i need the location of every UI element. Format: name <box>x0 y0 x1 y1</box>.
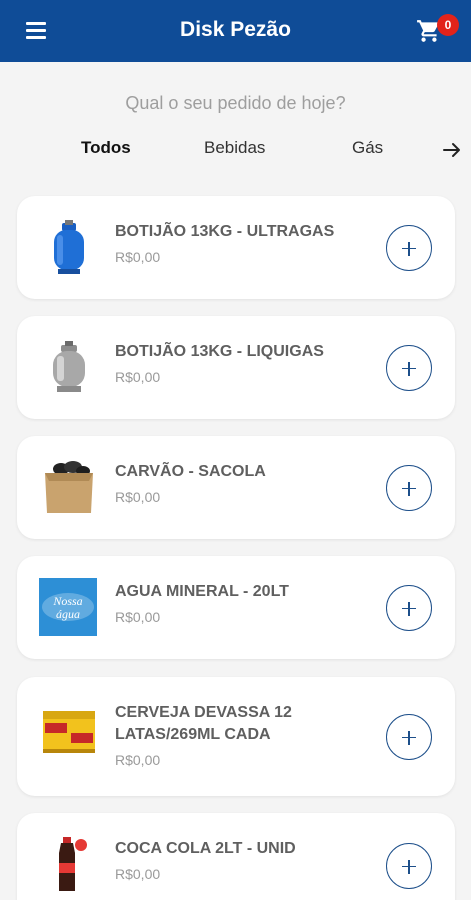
product-price: R$0,00 <box>115 249 161 265</box>
gas-cylinder-blue-icon <box>54 220 84 274</box>
product-name: CERVEJA DEVASSA 12 LATAS/269ML CADA <box>115 704 292 743</box>
product-price: R$0,00 <box>115 752 161 768</box>
product-card[interactable]: CERVEJA DEVASSA 12 LATAS/269ML CADA R$0,… <box>17 677 455 796</box>
add-button[interactable] <box>386 465 432 511</box>
product-name: BOTIJÃO 13KG - ULTRAGAS <box>115 223 335 240</box>
category-tabs: Todos Bebidas Gás <box>0 138 471 164</box>
product-card[interactable]: BOTIJÃO 13KG - ULTRAGAS R$0,00 <box>17 196 455 299</box>
add-button[interactable] <box>386 585 432 631</box>
cart-button[interactable]: 0 <box>416 14 464 50</box>
add-button[interactable] <box>386 345 432 391</box>
arrow-right-icon[interactable] <box>440 138 464 162</box>
beer-pack-icon <box>43 711 95 753</box>
tab-bebidas[interactable]: Bebidas <box>204 138 265 158</box>
product-card[interactable]: BOTIJÃO 13KG - LIQUIGAS R$0,00 <box>17 316 455 419</box>
product-name: BOTIJÃO 13KG - LIQUIGAS <box>115 343 324 360</box>
product-price: R$0,00 <box>115 866 161 882</box>
app-title: Disk Pezão <box>180 18 291 41</box>
app-bar: Disk Pezão 0 <box>0 0 471 62</box>
gas-cylinder-gray-icon <box>53 341 85 392</box>
product-card[interactable]: COCA COLA 2LT - UNID R$0,00 <box>17 813 455 900</box>
svg-text:Nossa: Nossa <box>52 594 82 608</box>
cola-bottle-icon <box>59 837 87 891</box>
add-button[interactable] <box>386 225 432 271</box>
water-brand-logo: Nossa água <box>39 578 97 636</box>
product-card[interactable]: CARVÃO - SACOLA R$0,00 <box>17 436 455 539</box>
tab-todos[interactable]: Todos <box>81 138 131 158</box>
order-prompt: Qual o seu pedido de hoje? <box>125 93 346 113</box>
product-price: R$0,00 <box>115 489 161 505</box>
product-name: CARVÃO - SACOLA <box>115 463 266 480</box>
product-name: COCA COLA 2LT - UNID <box>115 840 296 857</box>
product-card[interactable]: Nossa água AGUA MINERAL - 20LT R$0,00 <box>17 556 455 659</box>
cart-count-badge: 0 <box>437 14 459 36</box>
svg-text:água: água <box>56 607 80 621</box>
add-button[interactable] <box>386 714 432 760</box>
charcoal-bag-icon <box>45 461 93 513</box>
product-price: R$0,00 <box>115 369 161 385</box>
tab-gas[interactable]: Gás <box>352 138 383 158</box>
add-button[interactable] <box>386 843 432 889</box>
product-price: R$0,00 <box>115 609 161 625</box>
product-name: AGUA MINERAL - 20LT <box>115 583 289 600</box>
